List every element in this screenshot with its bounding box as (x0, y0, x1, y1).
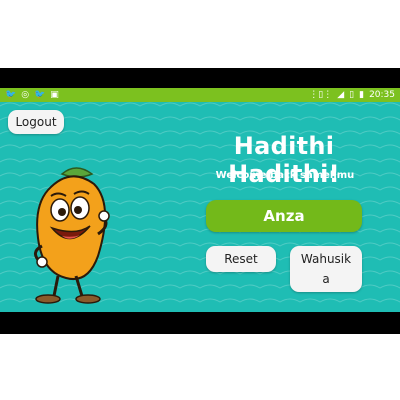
home-screen: Logout Hadithi Hadithi! Welcome back sam… (0, 102, 400, 312)
whatsapp-icon: ◎ (21, 90, 30, 100)
twitter-icon: 🐦 (5, 90, 17, 100)
characters-button[interactable]: Wahusika (290, 246, 362, 292)
mango-character-icon (34, 167, 110, 304)
characters-button-label: Wahusika (300, 252, 352, 286)
status-bar: 🐦 ◎ 🐦 ▣ ⋮▯⋮ ◢ ▯ ▮ 20:35 (0, 88, 400, 102)
start-button[interactable]: Anza (206, 200, 362, 232)
vibrate-icon: ⋮▯⋮ (309, 90, 333, 100)
reset-button[interactable]: Reset (206, 246, 276, 272)
image-icon: ▣ (50, 90, 59, 100)
battery-icon: ▮ (359, 90, 365, 100)
twitter-icon: 🐦 (34, 90, 46, 100)
top-letterbox (0, 68, 400, 88)
logout-button[interactable]: Logout (8, 110, 64, 134)
welcome-message: Welcome back samelimu (215, 170, 355, 181)
no-sim-icon: ▯ (349, 90, 355, 100)
bottom-letterbox (0, 312, 400, 334)
status-time: 20:35 (369, 90, 395, 100)
signal-icon: ◢ (337, 90, 345, 100)
